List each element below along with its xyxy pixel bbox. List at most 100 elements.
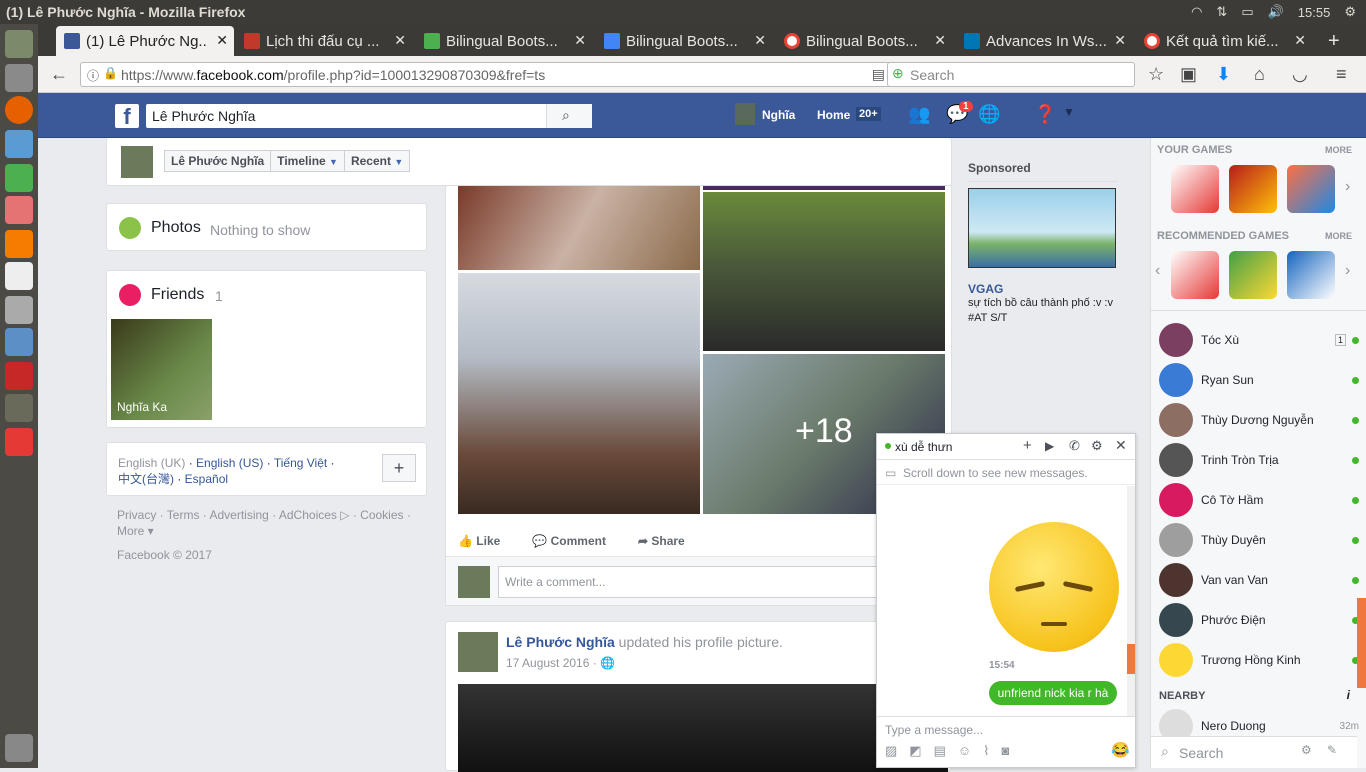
avatar[interactable] [458,632,498,672]
contact-item[interactable]: Trinh Tròn Trịa [1159,442,1359,478]
comment-button[interactable]: 💬 Comment [532,534,606,548]
files-icon[interactable] [5,64,33,92]
timeline-dropdown[interactable]: Timeline ▼ [270,150,345,172]
edit-icon[interactable]: ✎ [1327,743,1337,757]
calc-icon[interactable] [5,164,33,192]
volume-icon[interactable]: 🔊 [1268,4,1284,20]
post-date[interactable]: 17 August 2016 [506,656,589,670]
close-tab-icon[interactable]: ✕ [574,32,586,49]
contact-item[interactable]: Ryan Sun [1159,362,1359,398]
games-prev-chevron-icon[interactable]: ‹ [1155,262,1160,280]
sidebar-scrollbar[interactable] [1357,598,1366,688]
friends-title[interactable]: Friends [151,286,204,304]
trash-icon[interactable] [5,734,33,762]
contact-item[interactable]: Cô Tờ Hầm [1159,482,1359,518]
game-icon[interactable] [1171,251,1219,299]
pocket-icon[interactable]: ◡ [1292,64,1308,85]
contact-item[interactable]: Thùy Dương Nguyễn [1159,402,1359,438]
contact-item[interactable]: Van van Van [1159,562,1359,598]
sticker-icon[interactable]: ◩ [909,743,921,759]
network-icon[interactable]: ⇅ [1216,4,1227,20]
url-bar[interactable]: ⓘ 🔒 https://www.facebook.com/profile.php… [80,62,916,87]
post-photo[interactable] [703,192,945,351]
software-center-icon[interactable] [5,230,33,258]
fb-search-button[interactable]: ⌕ [546,104,592,128]
close-tab-icon[interactable]: ✕ [934,32,946,49]
tab-4[interactable]: Bilingual Boots... ✕ [596,26,772,56]
language-link[interactable]: 中文(台灣) [118,472,174,486]
like-button[interactable]: 👍 Like [458,534,500,548]
ad-image[interactable] [968,188,1116,268]
profile-link[interactable]: Nghĩa [762,108,795,122]
info-icon[interactable]: i [1347,688,1350,702]
contact-item[interactable]: Thùy Duyên [1159,522,1359,558]
wifi-icon[interactable]: ◠ [1191,4,1202,20]
contact-item[interactable]: Tóc Xù 1 [1159,322,1359,358]
back-arrow-icon[interactable]: ← [50,64,68,85]
contact-item[interactable]: Trương Hồng Kinh [1159,642,1359,678]
close-icon[interactable]: ✕ [1115,437,1127,454]
profile-name-button[interactable]: Lê Phước Nghĩa [164,150,272,172]
photos-title[interactable]: Photos [151,219,201,237]
footer-link[interactable]: Terms [167,508,200,522]
gear-icon[interactable]: ⚙ [1091,438,1103,454]
photo-icon[interactable]: ▨ [885,743,897,759]
close-tab-icon[interactable]: ✕ [754,32,766,49]
settings-icon[interactable] [5,296,33,324]
postgres-icon[interactable] [5,328,33,356]
post-photo[interactable] [458,273,700,514]
impress-icon[interactable] [5,196,33,224]
friend-photo[interactable]: Nghĩa Ka [111,319,212,420]
settings-gear-icon[interactable]: ⚙ [1344,4,1356,20]
post-photo[interactable] [458,684,948,772]
writer-icon[interactable] [5,130,33,158]
gimp-icon[interactable] [5,394,33,422]
laughing-emoji-icon[interactable]: 😂 [1111,741,1130,759]
tab-7[interactable]: Kết quả tìm kiế... ✕ [1136,26,1312,56]
chat-header[interactable]: xù dễ thưn + ▶ ✆ ⚙ ✕ [877,434,1135,460]
language-link[interactable]: Español [185,472,228,486]
download-icon[interactable]: ⬇ [1216,64,1231,85]
post-photo[interactable] [458,186,700,270]
post-author[interactable]: Lê Phước Nghĩa [506,634,615,650]
gif-icon[interactable]: ▤ [934,743,946,759]
help-icon[interactable]: ❓ [1034,104,1056,125]
attachment-icon[interactable]: ⌇ [983,743,989,759]
game-tien-len-mien-nam-icon[interactable] [1229,251,1277,299]
add-language-button[interactable]: + [382,454,416,482]
footer-link[interactable]: Privacy [117,508,156,522]
game-tien-len-icon[interactable] [1287,251,1335,299]
sidebar-search-bar[interactable]: ⌕ Search ⚙ ✎ [1151,736,1357,768]
fb-search-input[interactable]: Lê Phước Nghĩa [146,104,592,128]
contact-item[interactable]: Phước Điện [1159,602,1359,638]
tab-6[interactable]: Advances In Ws... ✕ [956,26,1132,56]
tab-5[interactable]: Bilingual Boots... ✕ [776,26,952,56]
app2-icon[interactable] [5,428,33,456]
your-games-more-link[interactable]: MORE [1325,145,1352,155]
info-icon[interactable]: ⓘ [87,67,99,84]
emoji-icon[interactable]: ☺ [958,743,971,759]
comment-input[interactable]: Write a comment... [498,566,938,598]
search-bar[interactable]: ⊕ Search [887,62,1135,87]
tab-facebook[interactable]: (1) Lê Phước Ng... ✕ [56,26,234,56]
avatar[interactable] [735,103,755,125]
ad-source[interactable]: VGAG [968,282,1118,296]
menu-hamburger-icon[interactable]: ≡ [1336,64,1347,85]
firefox-icon[interactable] [5,96,33,124]
tab-2[interactable]: Lịch thi đấu cụ ... ✕ [236,26,412,56]
account-menu-chevron-down-icon[interactable]: ▼ [1063,105,1075,119]
game-tien-len-icon[interactable] [1171,165,1219,213]
app-icon[interactable] [5,362,33,390]
add-person-icon[interactable]: + [1023,437,1032,454]
scroll-notice[interactable]: Scroll down to see new messages. [903,466,1088,480]
camera-icon[interactable]: ◙ [1002,743,1010,759]
recommended-more-link[interactable]: MORE [1325,231,1352,241]
footer-link[interactable]: Advertising [209,508,268,522]
tab-3[interactable]: Bilingual Boots... ✕ [416,26,592,56]
chat-message-input[interactable]: Type a message... [885,723,983,737]
close-tab-icon[interactable]: ✕ [1294,32,1306,49]
bookmarks-list-icon[interactable]: ▣ [1180,64,1197,85]
post-photo[interactable] [703,186,945,190]
ad-text[interactable]: sự tích bồ câu thành phố :v :v #AT S/T [968,296,1118,326]
games-next-chevron-icon[interactable]: › [1345,178,1350,196]
